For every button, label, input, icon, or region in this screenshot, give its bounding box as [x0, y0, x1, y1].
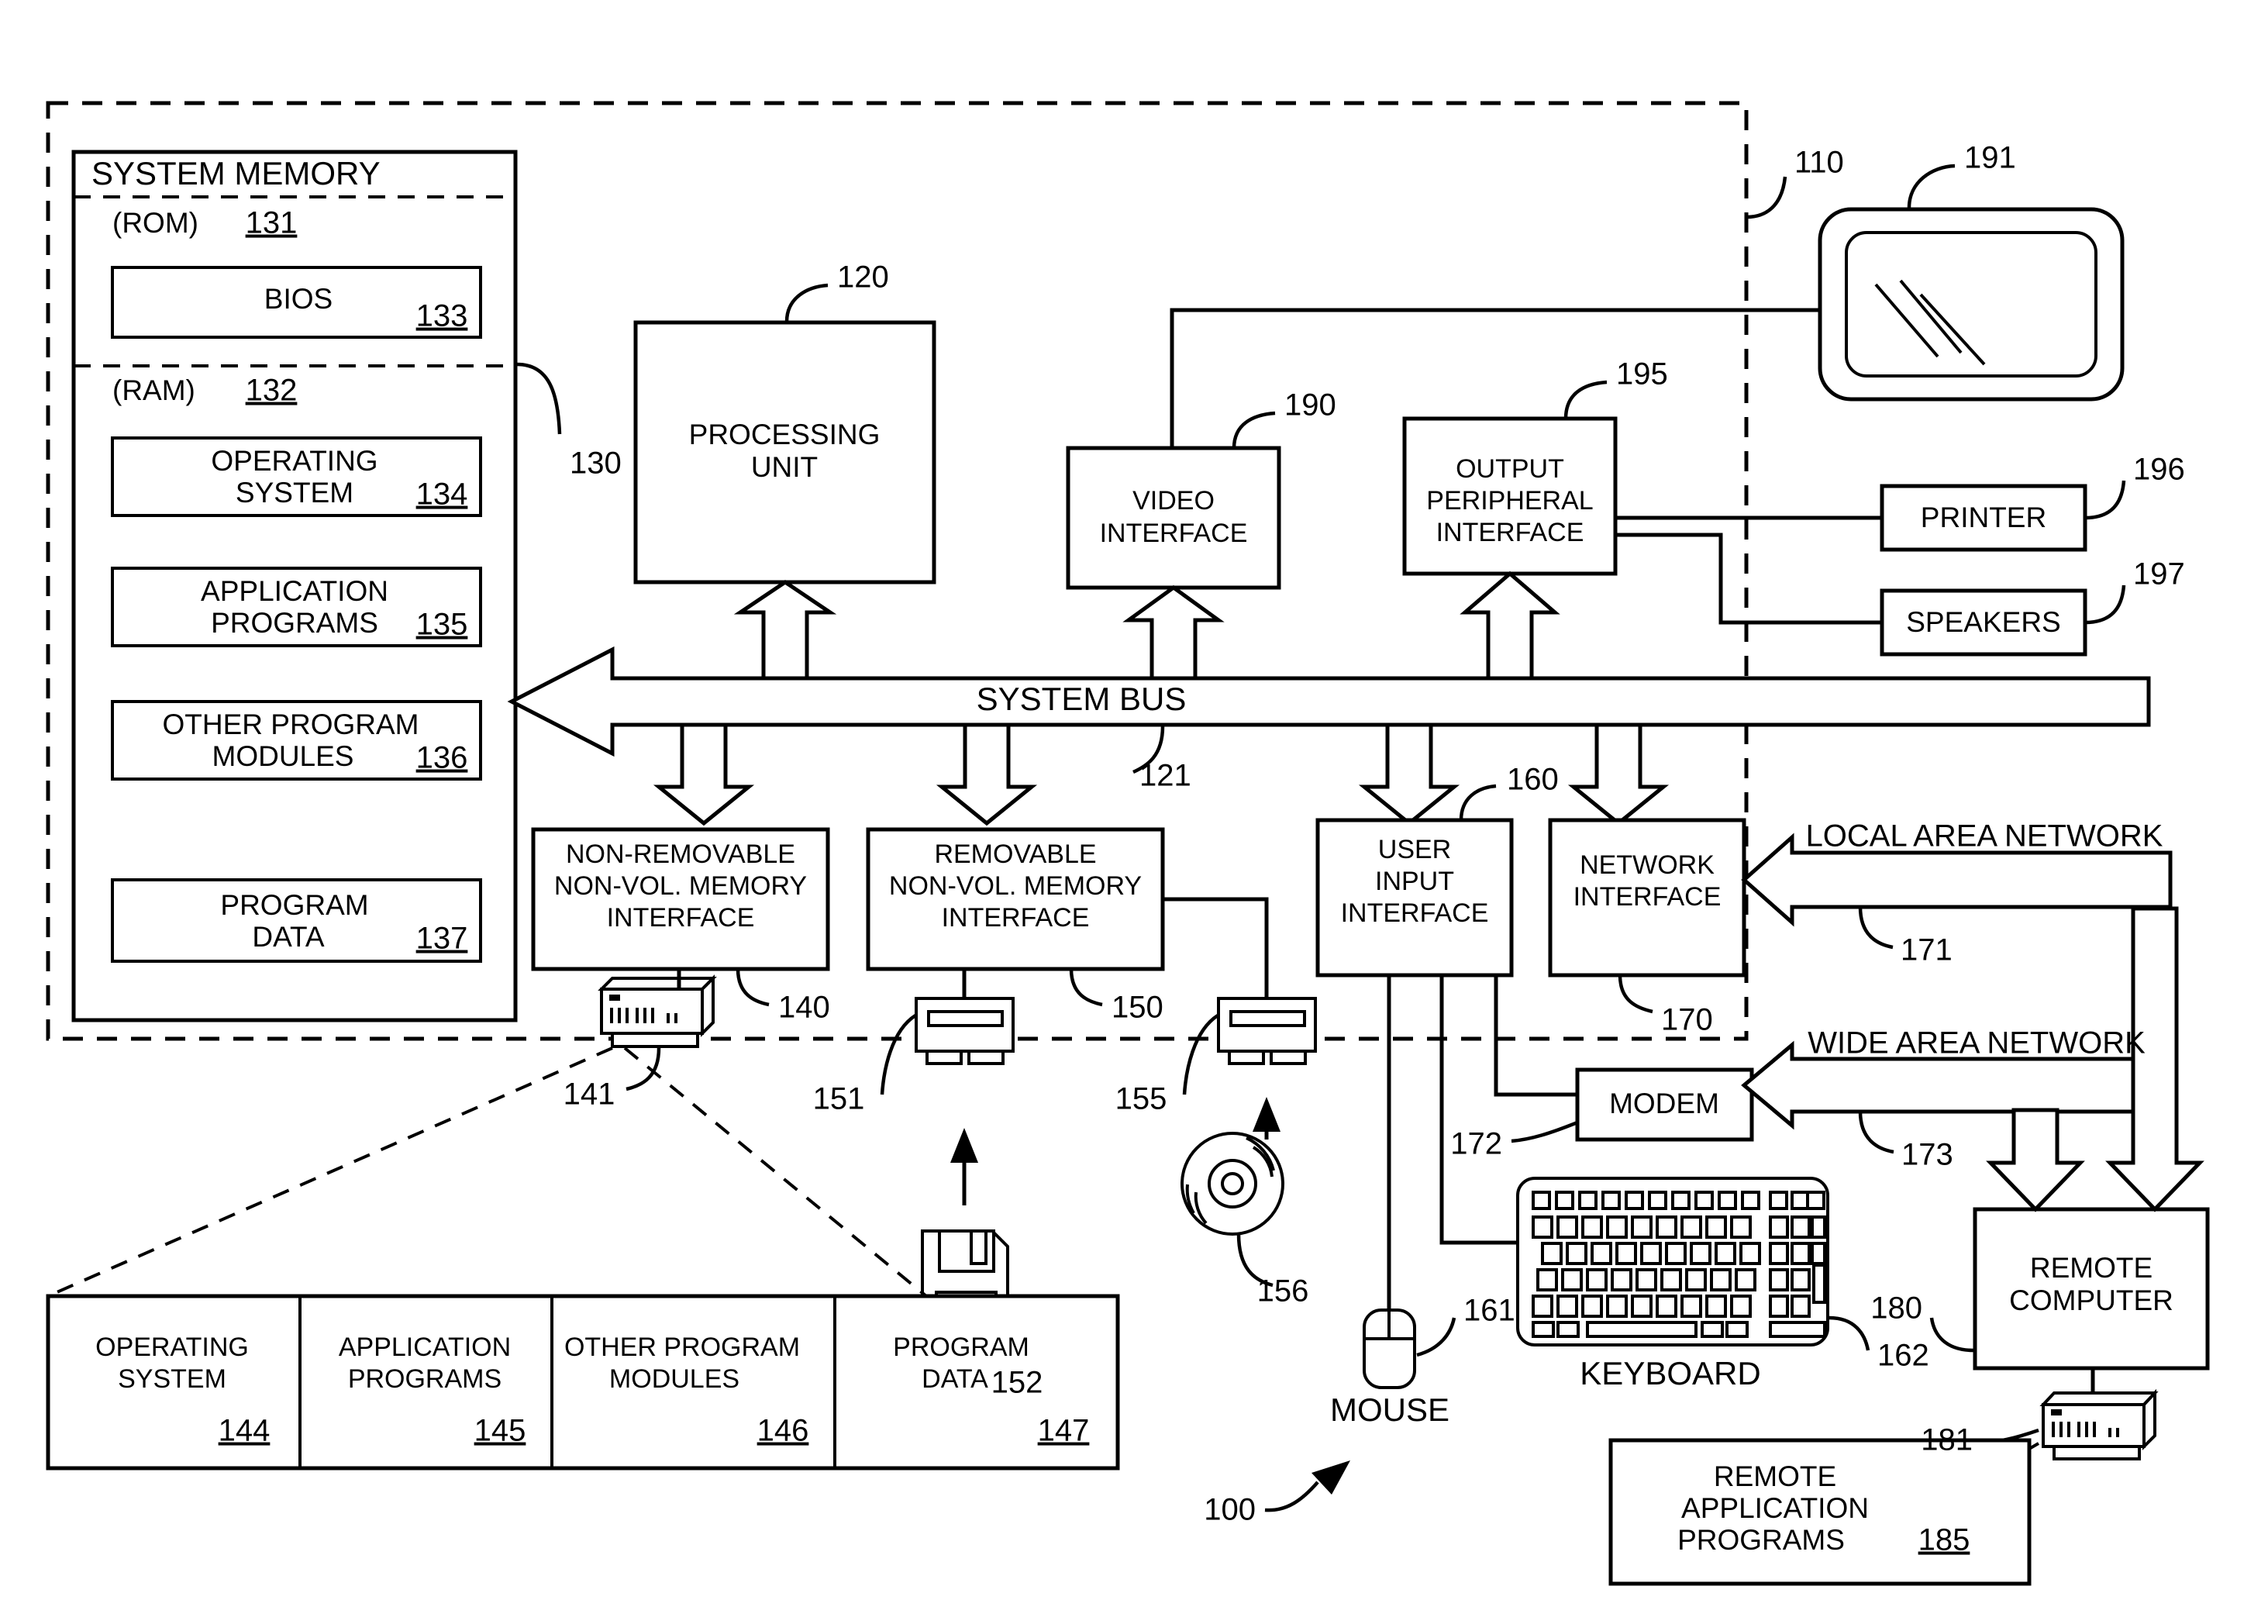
modem-label: MODEM: [1609, 1088, 1719, 1119]
output-peripheral-label-line3: INTERFACE: [1436, 518, 1584, 547]
disk-col-0-line2: SYSTEM: [118, 1364, 226, 1394]
ram-ref: 132: [246, 374, 298, 408]
disk-col-2-line1: OTHER PROGRAM: [564, 1333, 800, 1362]
disk-col-3-line2: DATA: [922, 1364, 988, 1394]
user-input-label-line2: INPUT: [1375, 867, 1454, 896]
processing-unit-label-line2: UNIT: [751, 451, 818, 483]
non-removable-label-line3: INTERFACE: [607, 903, 755, 933]
patent-figure-computing-system: SYSTEM MEMORY (ROM) 131 BIOS 133 (RAM) 1…: [0, 0, 2268, 1624]
rom-label: (ROM): [112, 207, 198, 239]
processing-unit-ref: 120: [837, 260, 889, 295]
other-modules-label-line2: MODULES: [212, 740, 354, 772]
remote-app-label-line1: REMOTE: [1714, 1460, 1836, 1492]
other-modules-ref: 136: [416, 741, 468, 775]
remote-app-label-line2: APPLICATION: [1681, 1492, 1869, 1524]
removable-label-line2: NON-VOL. MEMORY: [889, 871, 1142, 901]
remote-computer-ref: 180: [1870, 1291, 1922, 1326]
speakers-label: SPEAKERS: [1906, 606, 2060, 638]
network-interface-label-line1: NETWORK: [1580, 850, 1715, 880]
output-peripheral-ref: 195: [1616, 357, 1668, 391]
floppy-disk-ref: 152: [991, 1366, 1043, 1400]
video-interface-ref: 190: [1284, 388, 1336, 422]
bios-label: BIOS: [264, 283, 333, 315]
printer-ref: 196: [2133, 453, 2185, 487]
ram-label: (RAM): [112, 374, 195, 406]
os-label-line2: SYSTEM: [236, 477, 353, 509]
remote-hard-disk-ref: 181: [1921, 1423, 1973, 1457]
disk-col-0-line1: OPERATING: [95, 1333, 249, 1362]
system-memory-title: SYSTEM MEMORY: [91, 155, 381, 191]
user-input-label-line3: INTERFACE: [1341, 898, 1489, 928]
user-input-label-line1: USER: [1378, 835, 1451, 864]
disk-col-1-ref: 145: [474, 1414, 526, 1448]
system-memory-ref: 130: [570, 447, 622, 481]
other-modules-label-line1: OTHER PROGRAM: [163, 709, 419, 740]
output-peripheral-label-line1: OUTPUT: [1456, 454, 1564, 484]
app-programs-label-line2: PROGRAMS: [211, 607, 378, 639]
network-interface-label-line2: INTERFACE: [1573, 882, 1722, 912]
wan-label: WIDE AREA NETWORK: [1808, 1026, 2146, 1060]
optical-disc-ref: 156: [1257, 1274, 1309, 1309]
floppy-drive-ref: 151: [813, 1082, 865, 1116]
processing-unit-label-line1: PROCESSING: [689, 419, 881, 450]
keyboard-label: KEYBOARD: [1580, 1355, 1760, 1391]
video-interface-label-line1: VIDEO: [1132, 486, 1215, 515]
disk-col-3-ref: 147: [1038, 1414, 1090, 1448]
disk-col-1-line2: PROGRAMS: [348, 1364, 502, 1394]
remote-app-label-line3: PROGRAMS: [1677, 1524, 1845, 1556]
printer-label: PRINTER: [1921, 502, 2046, 533]
optical-drive-ref: 155: [1115, 1082, 1167, 1116]
computer-ref: 110: [1794, 146, 1844, 180]
os-ref: 134: [416, 478, 468, 512]
modem-ref: 172: [1450, 1127, 1502, 1161]
program-data-ref: 137: [416, 922, 468, 956]
disk-col-1-line1: APPLICATION: [339, 1333, 511, 1362]
app-programs-ref: 135: [416, 608, 468, 642]
system-bus-ref: 121: [1139, 759, 1191, 793]
program-data-label-line1: PROGRAM: [220, 889, 368, 921]
speakers-ref: 197: [2133, 557, 2185, 591]
system-bus-label: SYSTEM BUS: [977, 681, 1187, 717]
os-label-line1: OPERATING: [211, 445, 377, 477]
non-removable-label-line2: NON-VOL. MEMORY: [554, 871, 807, 901]
diagram-text: SYSTEM MEMORY (ROM) 131 BIOS 133 (RAM) 1…: [91, 141, 2185, 1557]
removable-label-line1: REMOVABLE: [934, 840, 1096, 869]
remote-app-ref: 185: [1918, 1523, 1970, 1557]
disk-col-3-line1: PROGRAM: [893, 1333, 1029, 1362]
mouse-label: MOUSE: [1330, 1391, 1449, 1428]
non-removable-label-line1: NON-REMOVABLE: [566, 840, 795, 869]
system-ref-100: 100: [1204, 1493, 1256, 1527]
disk-col-2-ref: 146: [757, 1414, 809, 1448]
non-removable-ref: 140: [778, 991, 830, 1025]
disk-col-0-ref: 144: [219, 1414, 271, 1448]
removable-label-line3: INTERFACE: [942, 903, 1090, 933]
network-interface-ref: 170: [1661, 1003, 1713, 1037]
user-input-ref: 160: [1507, 763, 1559, 797]
remote-computer-label-line2: COMPUTER: [2009, 1284, 2173, 1316]
remote-computer-label-line1: REMOTE: [2030, 1252, 2153, 1284]
lan-label: LOCAL AREA NETWORK: [1806, 819, 2163, 853]
hard-disk-ref: 141: [564, 1077, 615, 1112]
program-data-label-line2: DATA: [252, 921, 325, 953]
wan-ref: 173: [1901, 1138, 1953, 1172]
rom-ref: 131: [246, 206, 298, 240]
bios-ref: 133: [416, 299, 468, 333]
video-interface-label-line2: INTERFACE: [1100, 519, 1248, 548]
removable-ref: 150: [1112, 991, 1163, 1025]
mouse-ref: 161: [1463, 1294, 1515, 1328]
monitor-ref: 191: [1964, 141, 2016, 175]
app-programs-label-line1: APPLICATION: [201, 575, 388, 607]
lan-ref: 171: [1901, 933, 1953, 967]
keyboard-ref: 162: [1877, 1339, 1929, 1373]
disk-col-2-line2: MODULES: [609, 1364, 739, 1394]
output-peripheral-label-line2: PERIPHERAL: [1426, 486, 1593, 515]
